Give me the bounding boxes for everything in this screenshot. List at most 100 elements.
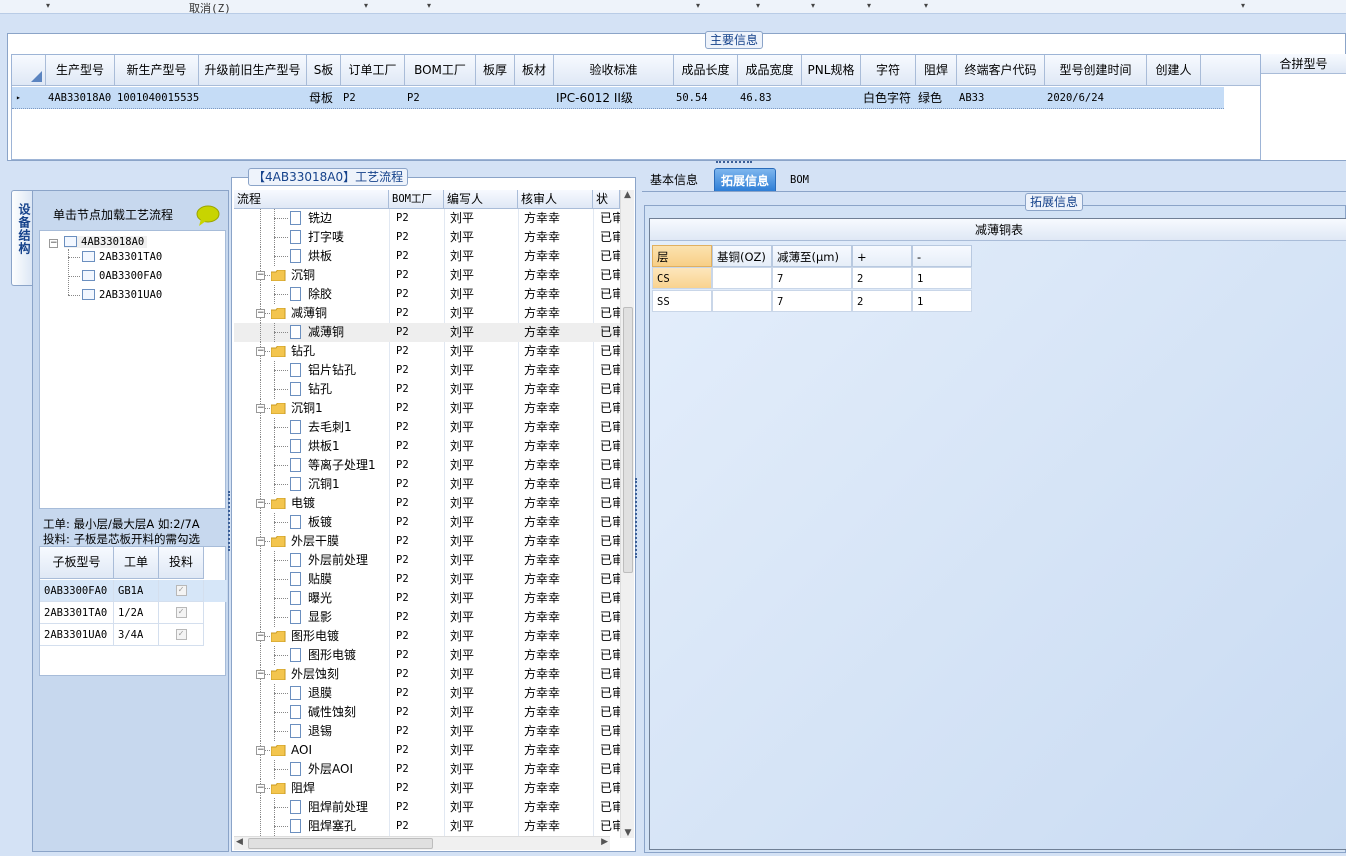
column-header[interactable]: - xyxy=(912,245,972,267)
device-structure-tab[interactable]: 设备结构 xyxy=(11,190,33,286)
flow-row[interactable]: 铝片钻孔 P2 刘平 方幸幸 已审 xyxy=(234,361,620,380)
scroll-thumb[interactable] xyxy=(248,838,433,849)
column-header[interactable]: 新生产型号 xyxy=(115,55,199,86)
dropdown-arrow-icon[interactable]: ▾ xyxy=(427,1,431,10)
table-row[interactable]: SS 7 2 1 xyxy=(650,290,980,313)
speech-bubble-icon[interactable] xyxy=(195,205,221,227)
table-row[interactable]: CS 7 2 1 xyxy=(650,267,980,290)
flow-row[interactable]: 除胶 P2 刘平 方幸幸 已审 xyxy=(234,285,620,304)
grid-cell[interactable]: 50.54 xyxy=(674,87,738,109)
grid-cell[interactable]: P2 xyxy=(405,87,476,109)
expand-toggle-icon[interactable]: − xyxy=(256,347,265,356)
grid-cell[interactable]: P2 xyxy=(341,87,405,109)
flow-row[interactable]: 图形电镀 P2 刘平 方幸幸 已审 xyxy=(234,646,620,665)
tree-node-child[interactable]: 0AB3300FA0 xyxy=(82,270,162,282)
vertical-scrollbar[interactable]: ▲ ▼ xyxy=(620,190,634,838)
feed-checkbox[interactable]: ✓ xyxy=(175,629,187,640)
scroll-down-icon[interactable]: ▼ xyxy=(621,828,635,838)
flow-row[interactable]: 去毛刺1 P2 刘平 方幸幸 已审 xyxy=(234,418,620,437)
feed-checkbox[interactable]: ✓ xyxy=(175,585,187,596)
dropdown-arrow-icon[interactable]: ▾ xyxy=(46,1,50,10)
grid-cell[interactable]: 白色字符 xyxy=(861,87,916,109)
column-header[interactable]: 创建人 xyxy=(1147,55,1201,86)
dropdown-arrow-icon[interactable]: ▾ xyxy=(756,1,760,10)
column-header[interactable]: 子板型号 xyxy=(40,547,114,579)
grid-cell[interactable] xyxy=(1147,87,1201,109)
grid-cell[interactable]: 10010400155354 xyxy=(115,87,199,109)
scroll-right-icon[interactable]: ▶ xyxy=(601,837,608,847)
flow-row[interactable]: − 外层蚀刻 P2 刘平 方幸幸 已审 xyxy=(234,665,620,684)
grid-cell[interactable]: 2020/6/24 xyxy=(1045,87,1147,109)
column-header[interactable]: 升级前旧生产型号 xyxy=(199,55,307,86)
scroll-up-icon[interactable]: ▲ xyxy=(621,190,634,202)
column-header[interactable]: 状 xyxy=(593,190,620,209)
column-header[interactable]: S板 xyxy=(307,55,341,86)
flow-row[interactable]: − 钻孔 P2 刘平 方幸幸 已审 xyxy=(234,342,620,361)
column-header[interactable]: 成品长度 xyxy=(674,55,738,86)
column-header[interactable]: 订单工厂 xyxy=(341,55,405,86)
layer-cell[interactable]: CS xyxy=(652,267,712,289)
flow-row[interactable]: − 沉铜 P2 刘平 方幸幸 已审 xyxy=(234,266,620,285)
column-header[interactable]: 工单 xyxy=(114,547,159,579)
column-header[interactable]: PNL规格 xyxy=(802,55,861,86)
flow-row[interactable]: − 减薄铜 P2 刘平 方幸幸 已审 xyxy=(234,304,620,323)
grid-cell[interactable] xyxy=(802,87,861,109)
column-header[interactable]: 板厚 xyxy=(476,55,515,86)
tab-extended-info[interactable]: 拓展信息 xyxy=(714,168,777,192)
flow-row[interactable]: 打字唛 P2 刘平 方幸幸 已审 xyxy=(234,228,620,247)
grid-cell[interactable]: 母板 xyxy=(307,87,341,109)
flow-row[interactable]: − 外层干膜 P2 刘平 方幸幸 已审 xyxy=(234,532,620,551)
grid-cell[interactable]: 绿色 xyxy=(916,87,957,109)
plus-tolerance-cell[interactable]: 2 xyxy=(852,267,912,289)
dropdown-arrow-icon[interactable]: ▾ xyxy=(1241,1,1245,10)
table-row[interactable]: 0AB3300FA0 GB1A ✓ xyxy=(40,580,227,602)
column-header[interactable]: + xyxy=(852,245,912,267)
flow-row[interactable]: 沉铜1 P2 刘平 方幸幸 已审 xyxy=(234,475,620,494)
flow-row[interactable]: − 沉铜1 P2 刘平 方幸幸 已审 xyxy=(234,399,620,418)
column-header[interactable]: 终端客户代码 xyxy=(957,55,1045,86)
splitter-grip[interactable] xyxy=(635,478,638,558)
scroll-left-icon[interactable]: ◀ xyxy=(236,837,243,847)
column-header[interactable]: 投料 xyxy=(159,547,204,579)
column-header[interactable]: 减薄至(μm) xyxy=(772,245,852,267)
grid-cell[interactable]: IPC-6012 II级 xyxy=(554,87,674,109)
expand-toggle-icon[interactable]: − xyxy=(256,632,265,641)
table-row[interactable]: 2AB3301TA0 1/2A ✓ xyxy=(40,602,227,624)
flow-row[interactable]: 减薄铜 P2 刘平 方幸幸 已审 xyxy=(234,323,620,342)
grid-cell[interactable]: 4AB33018A0 xyxy=(46,87,115,109)
expand-toggle-icon[interactable]: − xyxy=(256,499,265,508)
flow-row[interactable]: 板镀 P2 刘平 方幸幸 已审 xyxy=(234,513,620,532)
expand-toggle-icon[interactable]: − xyxy=(256,404,265,413)
dropdown-arrow-icon[interactable]: ▾ xyxy=(364,1,368,10)
flow-row[interactable]: 等离子处理1 P2 刘平 方幸幸 已审 xyxy=(234,456,620,475)
expand-toggle-icon[interactable]: − xyxy=(256,746,265,755)
minus-tolerance-cell[interactable]: 1 xyxy=(912,267,972,289)
column-header[interactable]: 生产型号 xyxy=(46,55,115,86)
flow-row[interactable]: 退膜 P2 刘平 方幸幸 已审 xyxy=(234,684,620,703)
column-header[interactable]: 成品宽度 xyxy=(738,55,802,86)
column-header[interactable]: 阻焊 xyxy=(916,55,957,86)
column-header[interactable]: BOM工厂 xyxy=(389,190,444,209)
expand-toggle-icon[interactable]: − xyxy=(256,309,265,318)
flow-row[interactable]: − 阻焊 P2 刘平 方幸幸 已审 xyxy=(234,779,620,798)
minus-tolerance-cell[interactable]: 1 xyxy=(912,290,972,312)
expand-toggle-icon[interactable]: − xyxy=(256,271,265,280)
column-header[interactable]: 字符 xyxy=(861,55,916,86)
flow-row[interactable]: 外层前处理 P2 刘平 方幸幸 已审 xyxy=(234,551,620,570)
flow-row[interactable]: 阻焊塞孔 P2 刘平 方幸幸 已审 xyxy=(234,817,620,836)
base-copper-cell[interactable] xyxy=(712,290,772,312)
splitter-grip[interactable] xyxy=(716,161,752,165)
expand-toggle-icon[interactable]: − xyxy=(256,537,265,546)
feed-checkbox[interactable]: ✓ xyxy=(175,607,187,618)
grid-cell[interactable]: 46.83 xyxy=(738,87,802,109)
flow-row[interactable]: 曝光 P2 刘平 方幸幸 已审 xyxy=(234,589,620,608)
plus-tolerance-cell[interactable]: 2 xyxy=(852,290,912,312)
column-header[interactable]: BOM工厂 xyxy=(405,55,476,86)
flow-row[interactable]: 烘板 P2 刘平 方幸幸 已审 xyxy=(234,247,620,266)
flow-row[interactable]: − 电镀 P2 刘平 方幸幸 已审 xyxy=(234,494,620,513)
collapse-icon[interactable]: − xyxy=(49,239,58,248)
column-header[interactable]: 层 xyxy=(652,245,712,267)
column-header[interactable]: 型号创建时间 xyxy=(1045,55,1147,86)
scroll-thumb[interactable] xyxy=(623,307,633,573)
tree-node-child[interactable]: 2AB3301TA0 xyxy=(82,251,162,263)
